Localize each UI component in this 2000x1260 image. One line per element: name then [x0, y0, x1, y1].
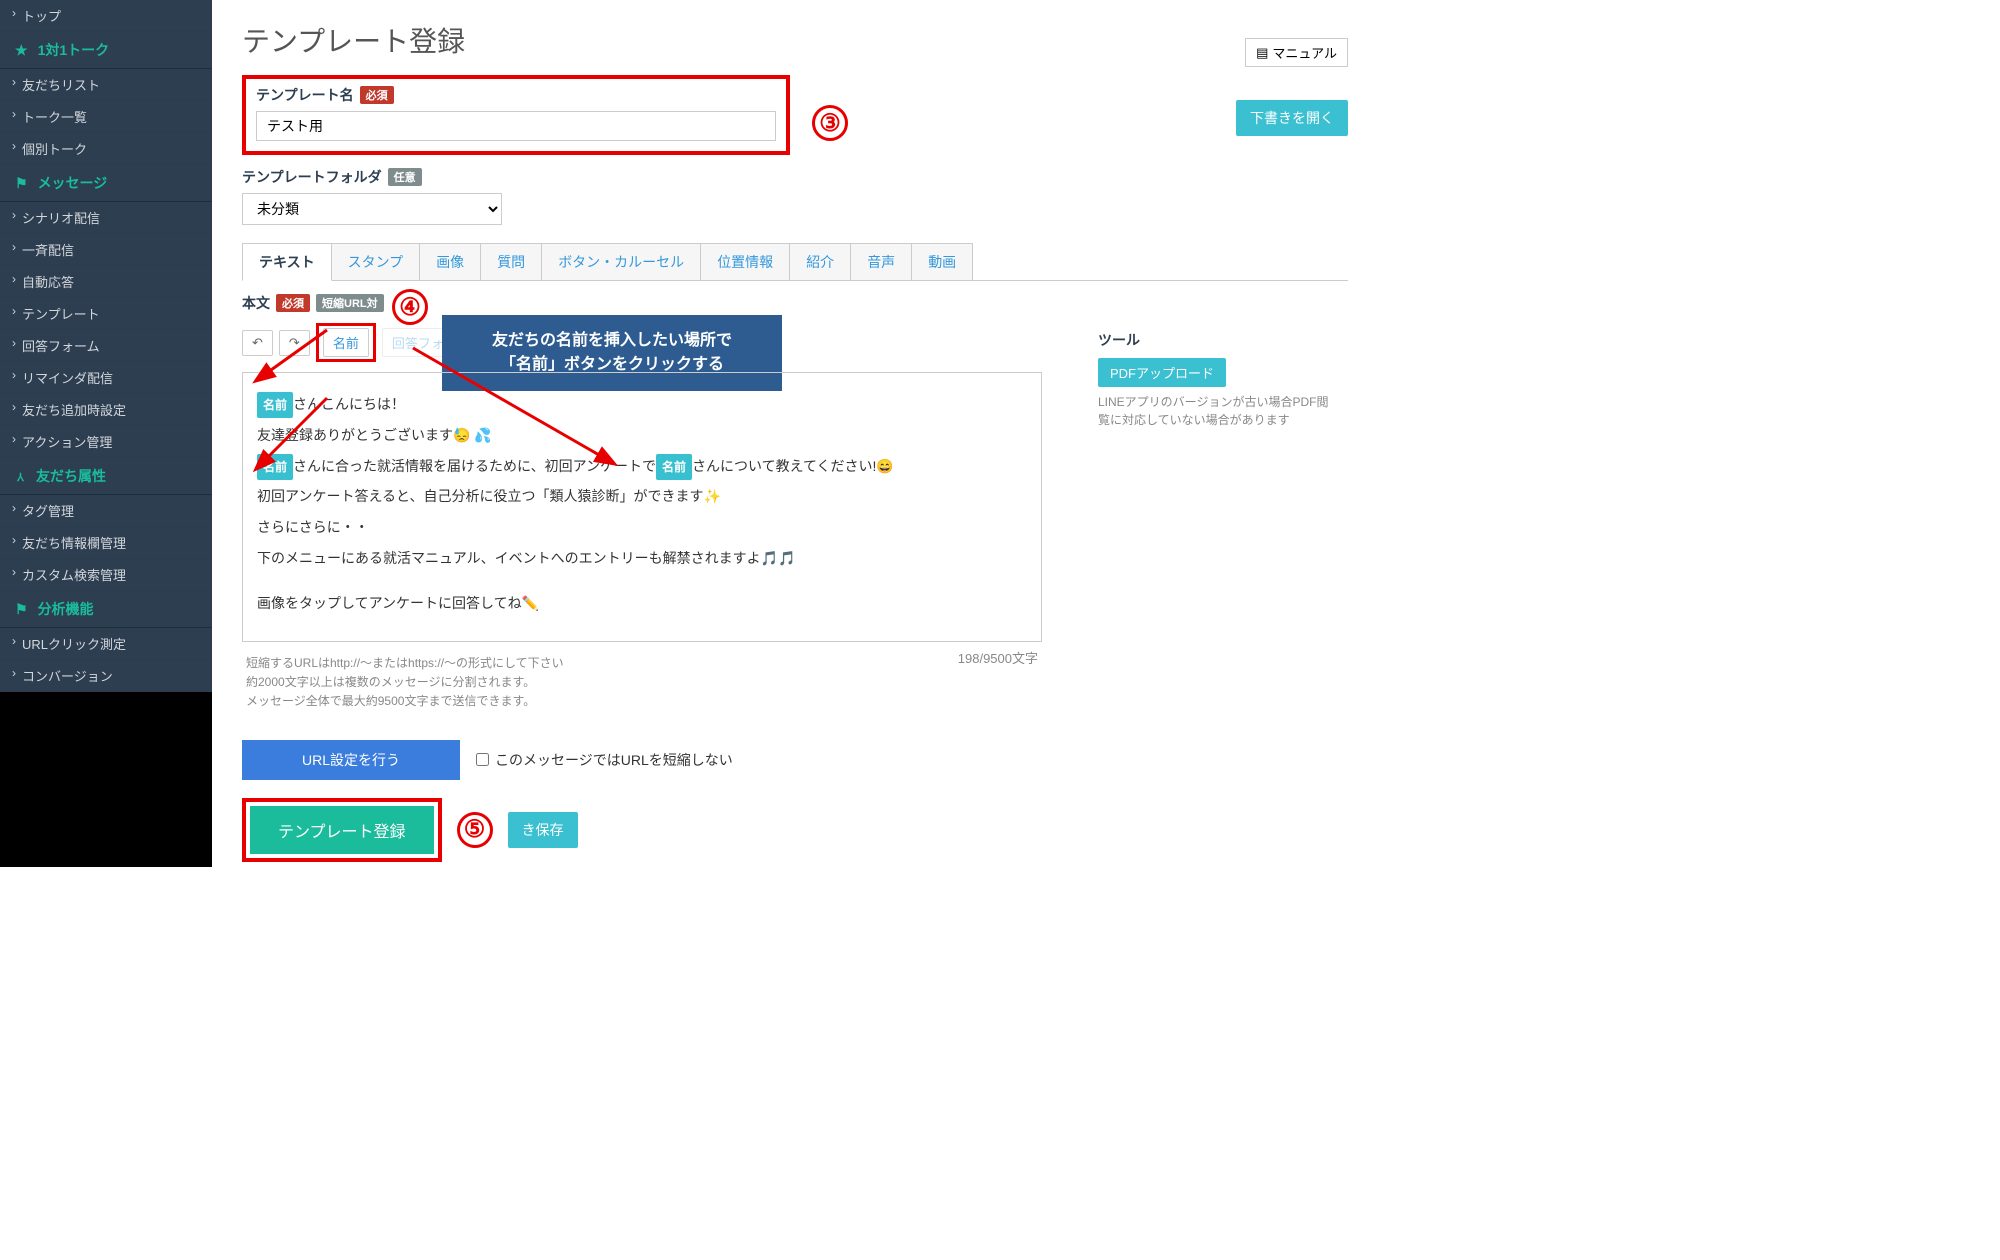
- page-title: テンプレート登録: [242, 20, 1348, 60]
- body-required-badge: 必須: [276, 294, 310, 312]
- tab-質問[interactable]: 質問: [480, 243, 542, 280]
- required-badge: 必須: [360, 86, 394, 104]
- optional-badge: 任意: [388, 168, 422, 186]
- callout-3: ③: [812, 105, 848, 141]
- template-folder-select[interactable]: 未分類: [242, 193, 502, 225]
- sidebar-item-シナリオ配信[interactable]: シナリオ配信: [0, 202, 212, 234]
- sidebar-item-回答フォーム[interactable]: 回答フォーム: [0, 330, 212, 362]
- sidebar-item-テンプレート[interactable]: テンプレート: [0, 298, 212, 330]
- filter-icon: [15, 468, 30, 485]
- tab-画像[interactable]: 画像: [419, 243, 481, 280]
- sidebar-item-友だち情報欄管理[interactable]: 友だち情報欄管理: [0, 527, 212, 559]
- sidebar-heading-分析機能[interactable]: 分析機能: [0, 591, 212, 628]
- template-folder-label: テンプレートフォルダ: [242, 167, 382, 187]
- content-type-tabs: テキストスタンプ画像質問ボタン・カルーセル位置情報紹介音声動画: [242, 243, 1348, 281]
- sidebar-heading-メッセージ[interactable]: メッセージ: [0, 165, 212, 202]
- sidebar-item-カスタム検索管理[interactable]: カスタム検索管理: [0, 559, 212, 591]
- character-count: 198/9500文字: [958, 648, 1038, 724]
- tab-紹介[interactable]: 紹介: [789, 243, 851, 280]
- sidebar-item-一斉配信[interactable]: 一斉配信: [0, 234, 212, 266]
- no-shorten-checkbox[interactable]: [476, 753, 489, 766]
- sidebar-item-コンバージョン[interactable]: コンバージョン: [0, 660, 212, 692]
- tab-テキスト[interactable]: テキスト: [242, 243, 332, 281]
- template-name-highlight: テンプレート名 必須: [242, 75, 790, 155]
- tools-help-text: LINEアプリのバージョンが古い場合PDF閲覧に対応していない場合があります: [1098, 393, 1338, 429]
- tab-動画[interactable]: 動画: [911, 243, 973, 280]
- main-content: テンプレート登録 ▤ マニュアル 下書きを開く テンプレート名 必須 ③: [212, 0, 1378, 867]
- name-button-highlight: 名前: [316, 323, 376, 362]
- sidebar-item-トップ[interactable]: トップ: [0, 0, 212, 32]
- sidebar: トップ1対1トーク友だちリストトーク一覧個別トークメッセージシナリオ配信一斉配信…: [0, 0, 212, 867]
- flag-icon: [15, 175, 32, 192]
- pdf-upload-button[interactable]: PDFアップロード: [1098, 358, 1226, 387]
- name-tag: 名前: [257, 454, 293, 480]
- body-label: 本文: [242, 293, 270, 313]
- message-body-editor[interactable]: 名前さんこんにちは！ 友達登録ありがとうございます😓 💦 名前さんに合った就活情…: [242, 372, 1042, 642]
- sidebar-item-リマインダ配信[interactable]: リマインダ配信: [0, 362, 212, 394]
- redo-button[interactable]: ↷: [279, 330, 310, 356]
- manual-button[interactable]: ▤ マニュアル: [1245, 38, 1348, 67]
- sidebar-item-個別トーク[interactable]: 個別トーク: [0, 133, 212, 165]
- callout-4: ④: [392, 289, 428, 325]
- tab-位置情報[interactable]: 位置情報: [700, 243, 790, 280]
- tab-音声[interactable]: 音声: [850, 243, 912, 280]
- tools-panel: ツール PDFアップロード LINEアプリのバージョンが古い場合PDF閲覧に対応…: [1098, 330, 1338, 429]
- sidebar-item-タグ管理[interactable]: タグ管理: [0, 495, 212, 527]
- sidebar-item-友だち追加時設定[interactable]: 友だち追加時設定: [0, 394, 212, 426]
- sidebar-item-自動応答[interactable]: 自動応答: [0, 266, 212, 298]
- undo-button[interactable]: ↶: [242, 330, 273, 356]
- tools-panel-title: ツール: [1098, 330, 1338, 350]
- sidebar-item-アクション管理[interactable]: アクション管理: [0, 426, 212, 458]
- sidebar-item-トーク一覧[interactable]: トーク一覧: [0, 101, 212, 133]
- body-short-url-badge: 短縮URL対: [316, 294, 384, 312]
- flag-icon: [15, 601, 32, 618]
- sidebar-item-URLクリック測定[interactable]: URLクリック測定: [0, 628, 212, 660]
- tab-スタンプ[interactable]: スタンプ: [331, 243, 421, 280]
- sidebar-item-友だちリスト[interactable]: 友だちリスト: [0, 69, 212, 101]
- sidebar-blackout: [0, 692, 212, 867]
- sidebar-heading-1対1トーク[interactable]: 1対1トーク: [0, 32, 212, 69]
- star-icon: [15, 42, 32, 59]
- callout-5: ⑤: [457, 812, 493, 848]
- draft-save-button[interactable]: き保存: [508, 812, 578, 848]
- sidebar-heading-友だち属性[interactable]: 友だち属性: [0, 458, 212, 495]
- url-settings-button[interactable]: URL設定を行う: [242, 740, 460, 780]
- name-tag: 名前: [257, 392, 293, 418]
- name-tag: 名前: [656, 454, 692, 480]
- no-shorten-checkbox-label[interactable]: このメッセージではURLを短縮しない: [476, 750, 733, 770]
- submit-button-highlight: テンプレート登録: [242, 798, 442, 862]
- template-submit-button[interactable]: テンプレート登録: [250, 806, 434, 854]
- template-name-input[interactable]: [256, 111, 776, 141]
- tab-ボタン・カルーセル[interactable]: ボタン・カルーセル: [541, 243, 701, 280]
- insert-name-button[interactable]: 名前: [323, 328, 369, 357]
- book-icon: ▤: [1256, 45, 1268, 61]
- template-name-label: テンプレート名: [256, 85, 354, 105]
